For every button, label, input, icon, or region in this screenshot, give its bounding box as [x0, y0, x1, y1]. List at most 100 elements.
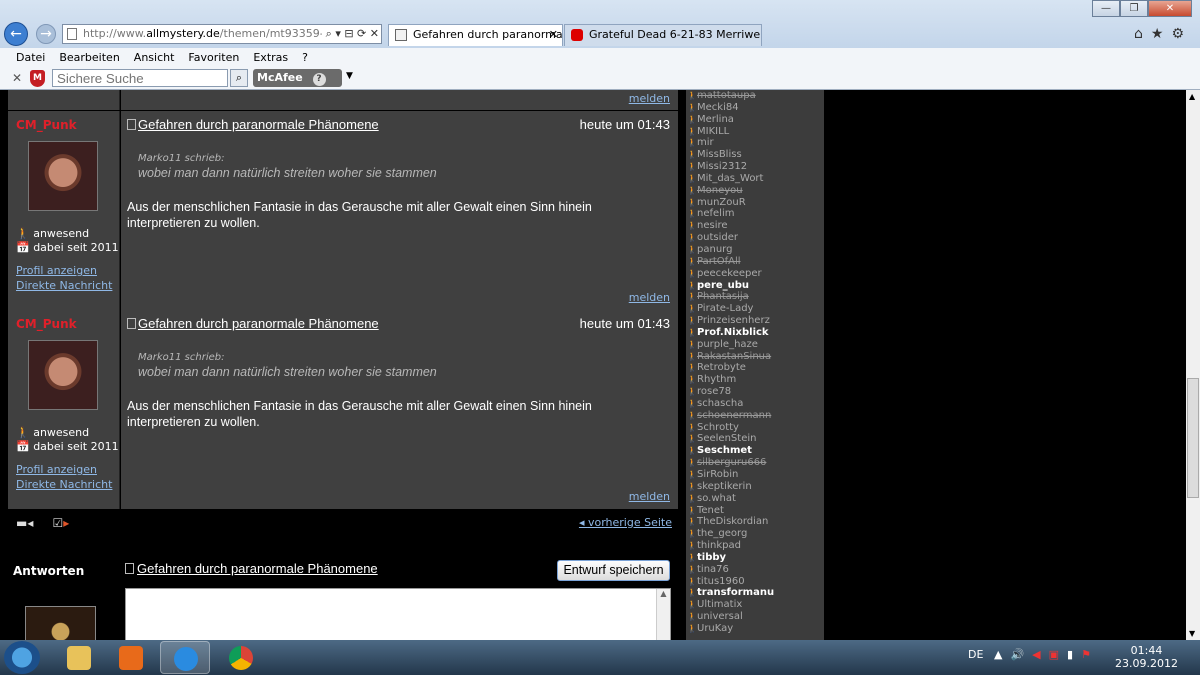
search-icon[interactable]: ⌕ [230, 69, 248, 87]
taskbar-media-player[interactable] [106, 641, 156, 674]
user-list-item[interactable]: transformanu [686, 587, 824, 599]
user-list-item[interactable]: Ultimatix [686, 599, 824, 611]
gear-icon[interactable]: ⚙ [1171, 26, 1192, 42]
scroll-up-icon[interactable]: ▲ [1189, 92, 1195, 101]
tab-youtube[interactable]: Grateful Dead 6-21-83 Merriwe... [564, 24, 762, 46]
back-button[interactable]: ← [4, 22, 28, 46]
tab-forum[interactable]: Gefahren durch paranormal... ✕ [388, 24, 563, 46]
profile-link[interactable]: Profil anzeigen [16, 264, 97, 277]
report-link[interactable]: melden [629, 92, 670, 105]
user-list-item[interactable]: Schrotty [686, 422, 824, 434]
taskbar-chrome[interactable] [216, 641, 266, 674]
camera-icon[interactable]: ▬◂ [16, 516, 33, 530]
chevron-down-icon[interactable]: ▼ [346, 71, 353, 81]
avatar[interactable] [28, 340, 98, 410]
user-list-item[interactable]: silberguru666 [686, 457, 824, 469]
user-list-item[interactable]: TheDiskordian [686, 516, 824, 528]
user-list-item[interactable]: Prof.Nixblick [686, 327, 824, 339]
user-list-item[interactable]: RakastanSinua [686, 351, 824, 363]
checkbox-icon[interactable]: ☑ [52, 516, 63, 530]
user-list-item[interactable]: MissBliss [686, 149, 824, 161]
user-list-item[interactable]: so.what [686, 493, 824, 505]
user-list-item[interactable]: skeptikerin [686, 481, 824, 493]
user-list-item[interactable]: tina76 [686, 564, 824, 576]
reply-title[interactable]: Gefahren durch paranormale Phänomene [125, 561, 378, 576]
taskbar-explorer[interactable] [54, 641, 104, 674]
user-list-item[interactable]: SeelenStein [686, 433, 824, 445]
user-list-item[interactable]: purple_haze [686, 339, 824, 351]
user-list-item[interactable]: outsider [686, 232, 824, 244]
direct-message-link[interactable]: Direkte Nachricht [16, 478, 112, 491]
menu-favoriten[interactable]: Favoriten [188, 48, 239, 68]
user-list-item[interactable]: Missi2312 [686, 161, 824, 173]
home-icon[interactable]: ⌂ [1134, 26, 1151, 42]
user-list-item[interactable]: rose78 [686, 386, 824, 398]
user-list-item[interactable]: Phantasija [686, 291, 824, 303]
user-list-item[interactable]: mattotaupa [686, 90, 824, 102]
user-list-item[interactable]: Prinzeisenherz [686, 315, 824, 327]
scroll-down-icon[interactable]: ▼ [1189, 629, 1195, 638]
previous-page-link[interactable]: ◂ vorherige Seite [579, 516, 672, 529]
post-title[interactable]: Gefahren durch paranormale Phänomene [127, 316, 379, 331]
favorites-star-icon[interactable]: ★ [1151, 26, 1172, 42]
textarea-scrollbar[interactable]: ▲ [656, 589, 670, 640]
user-list-item[interactable]: Rhythm [686, 374, 824, 386]
user-list-item[interactable]: Pirate-Lady [686, 303, 824, 315]
user-list-item[interactable]: Mit_das_Wort [686, 173, 824, 185]
user-list-item[interactable]: Merlina [686, 114, 824, 126]
save-draft-button[interactable]: Entwurf speichern [557, 560, 670, 581]
menu-bearbeiten[interactable]: Bearbeiten [59, 48, 119, 68]
user-list-item[interactable]: SirRobin [686, 469, 824, 481]
user-list-item[interactable]: munZouR [686, 197, 824, 209]
address-controls[interactable]: ⌕ ▾ ⊟ ⟳ ✕ [321, 25, 379, 43]
tray-app-icon[interactable]: ▣ [1049, 648, 1067, 661]
user-list-item[interactable]: nesire [686, 220, 824, 232]
user-list-item[interactable]: PartOfAll [686, 256, 824, 268]
direct-message-link[interactable]: Direkte Nachricht [16, 279, 112, 292]
user-list-item[interactable]: the_georg [686, 528, 824, 540]
author-name[interactable]: CM_Punk [16, 118, 77, 132]
menu-help[interactable]: ? [302, 48, 308, 68]
user-list-item[interactable]: Mecki84 [686, 102, 824, 114]
report-link[interactable]: melden [629, 490, 670, 503]
address-bar[interactable]: http://www.allmystery.de/themen/mt93359-… [62, 24, 382, 44]
mcafee-button[interactable]: McAfee ? [253, 69, 342, 87]
profile-link[interactable]: Profil anzeigen [16, 463, 97, 476]
report-link[interactable]: melden [629, 291, 670, 304]
close-window-button[interactable]: ✕ [1148, 0, 1192, 17]
user-list-item[interactable]: schoenermann [686, 410, 824, 422]
menu-ansicht[interactable]: Ansicht [134, 48, 175, 68]
user-list-item[interactable]: schascha [686, 398, 824, 410]
user-list-item[interactable]: thinkpad [686, 540, 824, 552]
user-list-item[interactable]: UruKay [686, 623, 824, 635]
user-list-item[interactable]: Tenet [686, 505, 824, 517]
show-hidden-icon[interactable]: ▲ [994, 648, 1010, 661]
user-list-item[interactable]: peecekeeper [686, 268, 824, 280]
avatar[interactable] [28, 141, 98, 211]
maximize-button[interactable]: ❐ [1120, 0, 1148, 17]
mcafee-shield-icon[interactable]: M [30, 70, 45, 87]
taskbar-internet-explorer[interactable] [160, 641, 210, 674]
user-list-item[interactable]: mir [686, 137, 824, 149]
start-button[interactable] [4, 641, 40, 674]
user-list-item[interactable]: Retrobyte [686, 362, 824, 374]
author-name[interactable]: CM_Punk [16, 317, 77, 331]
secure-search-input[interactable] [52, 69, 228, 87]
close-tab-icon[interactable]: ✕ [549, 25, 558, 45]
menu-extras[interactable]: Extras [253, 48, 288, 68]
action-center-icon[interactable]: ⚑ [1081, 648, 1099, 661]
reply-textarea[interactable]: ▲ [125, 588, 671, 640]
exit-icon[interactable]: ▸ [63, 516, 69, 530]
user-list-item[interactable]: panurg [686, 244, 824, 256]
user-list-item[interactable]: Moneyou [686, 185, 824, 197]
scrollbar-thumb[interactable] [1187, 378, 1199, 498]
user-list-item[interactable]: nefelim [686, 208, 824, 220]
tray-app-icon[interactable]: ◀ [1032, 648, 1048, 661]
user-list-item[interactable]: tibby [686, 552, 824, 564]
close-toolbar-icon[interactable]: ✕ [12, 71, 22, 85]
user-list-item[interactable]: titus1960 [686, 576, 824, 588]
network-icon[interactable]: ▮ [1067, 648, 1081, 661]
system-clock[interactable]: 01:44 23.09.2012 [1115, 644, 1178, 670]
post-title[interactable]: Gefahren durch paranormale Phänomene [127, 117, 379, 132]
user-list-item[interactable]: Seschmet [686, 445, 824, 457]
